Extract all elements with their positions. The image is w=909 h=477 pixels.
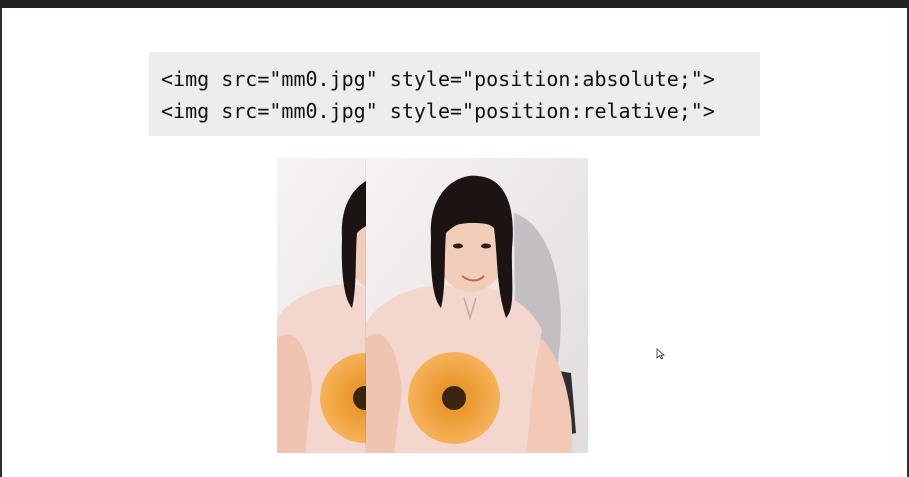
portrait-photo-icon bbox=[366, 158, 588, 453]
mouse-pointer-icon bbox=[656, 348, 666, 360]
absolute-positioned-image bbox=[277, 158, 366, 453]
relative-positioned-image bbox=[366, 158, 588, 453]
code-line-absolute: <img src="mm0.jpg" style="position:absol… bbox=[161, 67, 715, 91]
code-line-relative: <img src="mm0.jpg" style="position:relat… bbox=[161, 99, 715, 123]
code-snippet: <img src="mm0.jpg" style="position:absol… bbox=[149, 52, 760, 136]
window-left-edge bbox=[0, 8, 2, 477]
window-top-bar bbox=[0, 0, 909, 8]
portrait-photo-icon bbox=[277, 158, 366, 453]
photo-demo-area bbox=[277, 158, 588, 453]
